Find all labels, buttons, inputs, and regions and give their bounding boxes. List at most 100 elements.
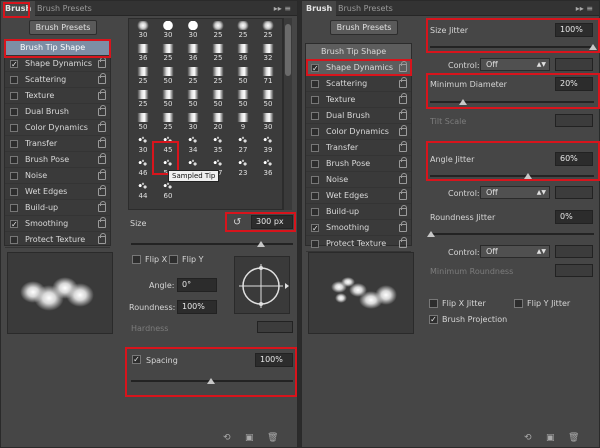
brush-tip-cell[interactable]: 46 [132, 159, 154, 179]
trash-icon[interactable]: 🗑 [267, 433, 278, 443]
brush-tip-cell[interactable]: 50 [182, 90, 204, 110]
brush-tip-cell[interactable]: 9 [232, 113, 254, 133]
lock-icon[interactable] [399, 77, 407, 88]
list-checkbox[interactable] [311, 96, 319, 104]
brush-tip-cell[interactable]: 71 [257, 67, 279, 87]
brush-tip-cell[interactable]: 50 [257, 90, 279, 110]
size-input[interactable]: 300 px [251, 215, 293, 229]
angle-roundness-widget[interactable] [234, 256, 290, 314]
brush-tip-cell[interactable]: 36 [132, 44, 154, 64]
size-slider-knob[interactable] [257, 241, 265, 247]
brush-tip-cell[interactable]: 30 [132, 136, 154, 156]
list-item-dual-brush[interactable]: Dual Brush [5, 104, 110, 120]
lock-icon[interactable] [98, 185, 106, 196]
min-diameter-slider[interactable] [430, 99, 594, 105]
list-item-shape-dynamics[interactable]: ✓ Shape Dynamics [5, 56, 110, 72]
list-item-texture[interactable]: Texture [306, 92, 411, 108]
list-checkbox[interactable] [311, 240, 319, 248]
flip-y-jitter-checkbox[interactable] [514, 299, 523, 308]
tab-brush[interactable]: Brush [302, 1, 337, 16]
lock-icon[interactable] [399, 189, 407, 200]
brush-tip-cell[interactable]: 34 [182, 136, 204, 156]
min-diameter-knob[interactable] [459, 99, 467, 105]
angle-jitter-slider[interactable] [430, 173, 594, 179]
angle-jitter-input[interactable]: 60% [555, 152, 593, 166]
panel-menu-icon[interactable]: ▸▸ ≡ [576, 3, 593, 14]
list-item-noise[interactable]: Noise [5, 168, 110, 184]
brush-tip-cell[interactable]: 50 [132, 113, 154, 133]
brush-tip-cell[interactable]: 36 [232, 44, 254, 64]
lock-icon[interactable] [98, 233, 106, 244]
angle-jitter-knob[interactable] [524, 173, 532, 179]
list-item-color-dynamics[interactable]: Color Dynamics [306, 124, 411, 140]
roundness-control-select[interactable]: Off ▲▼ [480, 245, 550, 258]
lock-icon[interactable] [399, 141, 407, 152]
spacing-slider-knob[interactable] [207, 378, 215, 384]
grid-scrollbar-thumb[interactable] [285, 24, 291, 76]
lock-icon[interactable] [98, 73, 106, 84]
lock-icon[interactable] [98, 153, 106, 164]
brush-tip-cell[interactable]: 35 [207, 136, 229, 156]
lock-icon[interactable] [98, 105, 106, 116]
list-checkbox[interactable] [311, 208, 319, 216]
brush-tip-cell[interactable]: 32 [257, 44, 279, 64]
list-item-brush-tip-shape[interactable]: Brush Tip Shape [5, 40, 110, 56]
size-jitter-slider[interactable] [430, 44, 597, 50]
list-item-build-up[interactable]: Build-up [5, 200, 110, 216]
lock-icon[interactable] [98, 217, 106, 228]
list-item-brush-tip-shape[interactable]: Brush Tip Shape [306, 44, 411, 60]
brush-tip-cell[interactable]: 50 [232, 90, 254, 110]
tab-brush[interactable]: Brush [1, 1, 36, 16]
tab-brush-presets[interactable]: Brush Presets [334, 1, 397, 16]
list-checkbox[interactable] [311, 80, 319, 88]
lock-icon[interactable] [399, 237, 407, 248]
list-checkbox[interactable]: ✓ [311, 224, 319, 233]
brush-presets-button[interactable]: Brush Presets [330, 20, 398, 35]
list-checkbox[interactable] [311, 192, 319, 200]
list-item-brush-pose[interactable]: Brush Pose [5, 152, 110, 168]
list-checkbox[interactable] [10, 236, 18, 244]
spacing-input[interactable]: 100% [255, 353, 293, 367]
roundness-jitter-input[interactable]: 0% [555, 210, 593, 224]
panel-menu-icon[interactable]: ▸▸ ≡ [274, 3, 291, 14]
brush-tip-cell[interactable]: 50 [157, 90, 179, 110]
list-item-protect-texture[interactable]: Protect Texture [306, 236, 411, 252]
list-checkbox[interactable] [10, 108, 18, 116]
list-item-smoothing[interactable]: ✓ Smoothing [5, 216, 110, 232]
cycle-icon[interactable]: ⟲ [524, 433, 532, 443]
roundness-jitter-slider[interactable] [427, 231, 594, 237]
brush-tip-cell[interactable]: 25 [207, 67, 229, 87]
list-checkbox[interactable] [311, 160, 319, 168]
brush-tip-cell[interactable]: 50 [232, 67, 254, 87]
min-diameter-input[interactable]: 20% [555, 77, 593, 91]
lock-icon[interactable] [98, 201, 106, 212]
list-item-dual-brush[interactable]: Dual Brush [306, 108, 411, 124]
trash-icon[interactable]: 🗑 [568, 433, 579, 443]
brush-tip-cell[interactable]: 23 [232, 159, 254, 179]
roundness-input[interactable]: 100% [177, 300, 217, 314]
new-preset-icon[interactable]: ▣ [546, 433, 555, 443]
brush-tip-cell[interactable]: 30 [157, 21, 179, 41]
list-item-texture[interactable]: Texture [5, 88, 110, 104]
list-checkbox[interactable] [311, 112, 319, 120]
lock-icon[interactable] [399, 205, 407, 216]
list-item-color-dynamics[interactable]: Color Dynamics [5, 120, 110, 136]
roundness-jitter-knob[interactable] [427, 231, 435, 237]
lock-icon[interactable] [98, 121, 106, 132]
brush-tip-cell[interactable]: 25 [257, 21, 279, 41]
brush-tip-cell[interactable]: 25 [182, 67, 204, 87]
list-checkbox[interactable] [10, 188, 18, 196]
tab-brush-presets[interactable]: Brush Presets [33, 1, 96, 16]
list-checkbox[interactable]: ✓ [311, 64, 319, 73]
brush-tip-cell[interactable]: 27 [232, 136, 254, 156]
list-checkbox[interactable] [10, 140, 18, 148]
lock-icon[interactable] [98, 137, 106, 148]
brush-tip-cell[interactable]: 30 [257, 113, 279, 133]
brush-tip-cell[interactable]: 25 [232, 21, 254, 41]
lock-icon[interactable] [399, 125, 407, 136]
list-item-scattering[interactable]: Scattering [306, 76, 411, 92]
brush-tip-cell[interactable]: 30 [182, 21, 204, 41]
brush-tip-cell[interactable]: 45 [157, 136, 179, 156]
flip-y-checkbox[interactable] [169, 255, 178, 264]
cycle-icon[interactable]: ⟲ [223, 433, 231, 443]
